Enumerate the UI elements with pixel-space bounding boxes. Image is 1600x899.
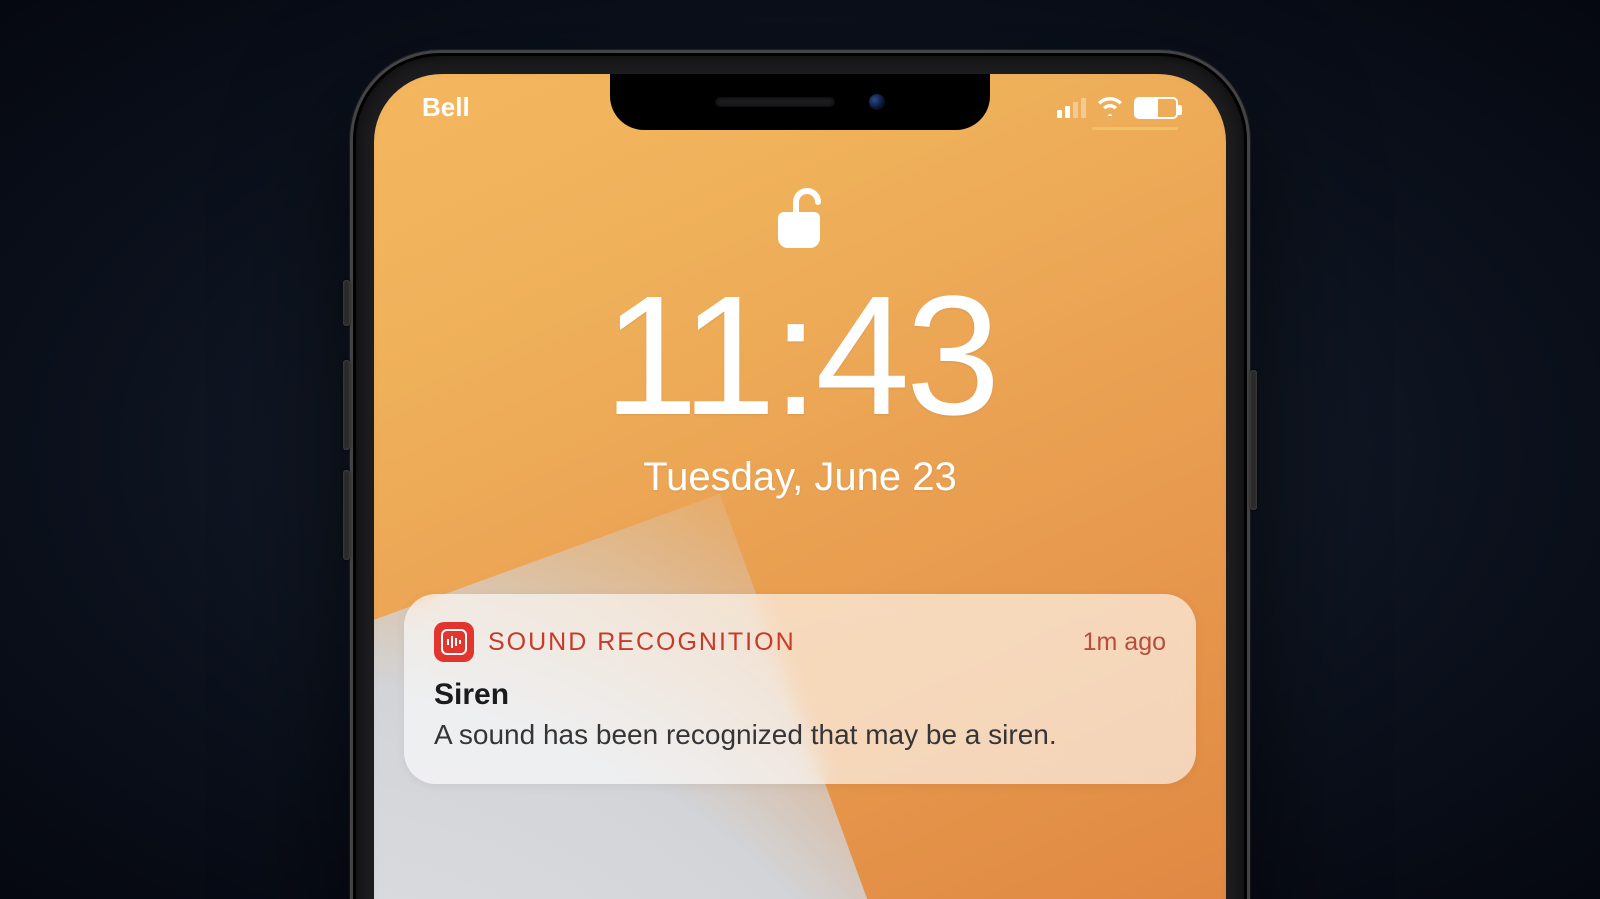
status-right xyxy=(1057,92,1178,130)
unlock-icon xyxy=(774,184,826,253)
front-camera xyxy=(869,94,885,110)
volume-down-button[interactable] xyxy=(343,470,350,560)
notification-title: Siren xyxy=(434,678,1166,712)
notification-app-name: SOUND RECOGNITION xyxy=(488,628,1069,657)
earpiece-speaker xyxy=(715,97,835,107)
power-button[interactable] xyxy=(1250,370,1257,510)
silence-switch[interactable] xyxy=(343,280,350,326)
lock-screen: 11:43 Tuesday, June 23 xyxy=(374,184,1226,500)
sound-recognition-icon xyxy=(434,622,474,662)
screen[interactable]: Bell xyxy=(374,74,1226,899)
phone-frame: Bell xyxy=(350,50,1250,899)
status-underline xyxy=(1092,127,1178,130)
battery-icon xyxy=(1134,97,1178,119)
lock-time: 11:43 xyxy=(604,271,997,441)
notification-timestamp: 1m ago xyxy=(1083,628,1166,657)
notification-header: SOUND RECOGNITION 1m ago xyxy=(434,622,1166,662)
wifi-icon xyxy=(1096,92,1124,123)
cellular-icon xyxy=(1057,98,1086,118)
volume-up-button[interactable] xyxy=(343,360,350,450)
notch xyxy=(610,74,990,130)
notification-body: A sound has been recognized that may be … xyxy=(434,716,1166,754)
carrier-label: Bell xyxy=(422,92,470,130)
notification-card[interactable]: SOUND RECOGNITION 1m ago Siren A sound h… xyxy=(404,594,1196,784)
lock-date: Tuesday, June 23 xyxy=(643,455,957,500)
